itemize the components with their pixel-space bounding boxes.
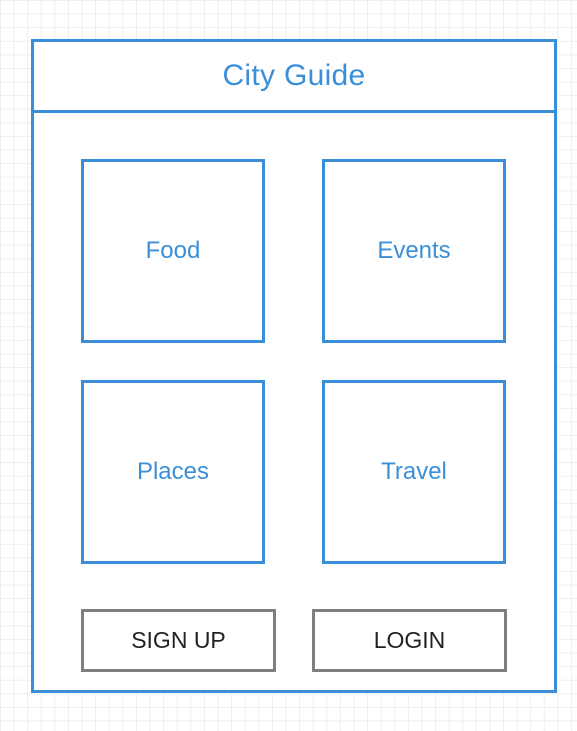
category-tile-label: Travel <box>381 458 447 485</box>
sign-up-button[interactable]: SIGN UP <box>81 609 276 672</box>
category-tile-label: Food <box>145 237 201 264</box>
login-button[interactable]: LOGIN <box>312 609 507 672</box>
app-frame: City Guide Food Events Places Travel SIG… <box>31 39 557 693</box>
category-tile-label: Places <box>136 458 210 485</box>
category-tile-travel[interactable]: Travel <box>322 380 506 564</box>
category-tile-food[interactable]: Food <box>81 159 265 343</box>
page-title: City Guide <box>34 42 554 113</box>
category-tile-label: Events <box>377 237 451 264</box>
category-tile-places[interactable]: Places <box>81 380 265 564</box>
category-tile-events[interactable]: Events <box>322 159 506 343</box>
